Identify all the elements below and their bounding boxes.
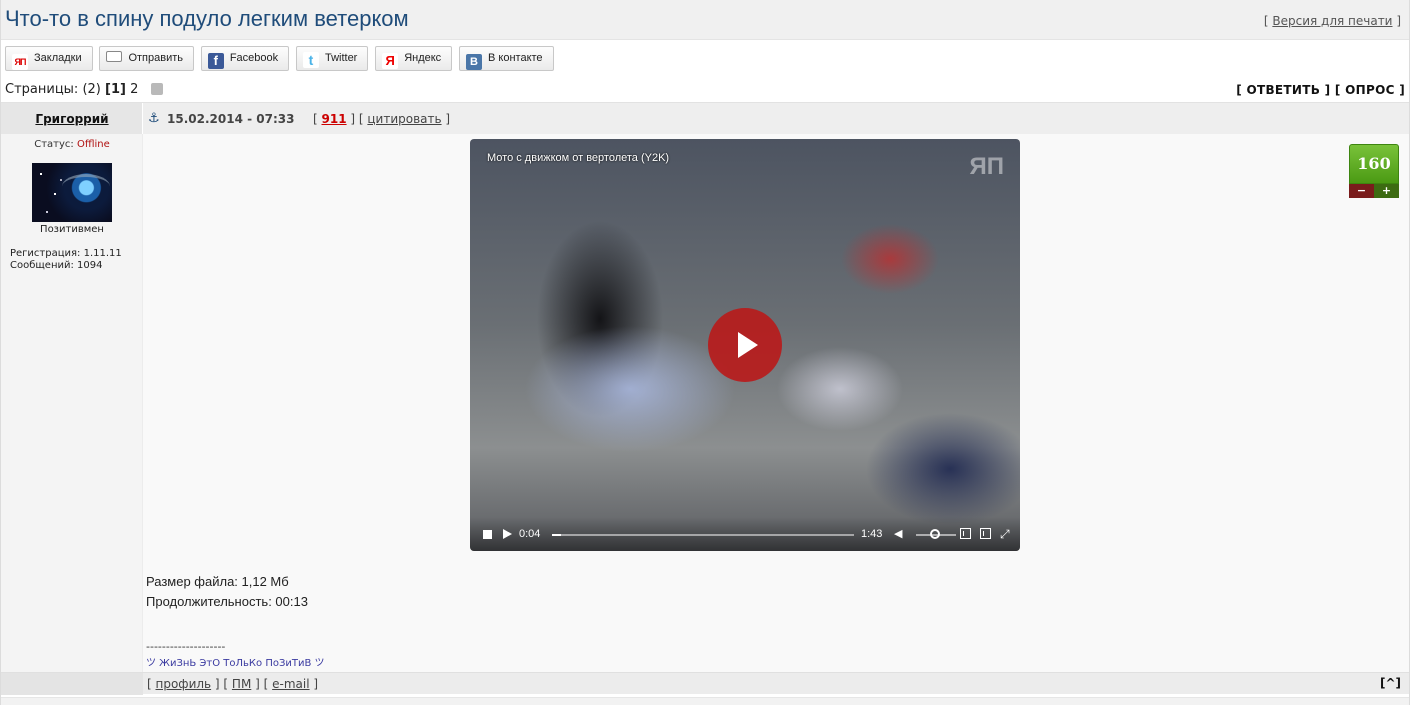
pages-count: (2) — [82, 82, 101, 97]
yap-bookmarks-icon: ЯП — [12, 54, 28, 70]
current-time: 0:04 — [519, 528, 541, 540]
stop-icon[interactable] — [483, 530, 492, 539]
pm-link[interactable]: ПМ — [232, 677, 251, 691]
current-page: [1] — [105, 82, 126, 97]
post-footer: [ профиль ] [ ПМ ] [ e-mail ] [^] — [1, 672, 1409, 695]
seek-progress — [552, 534, 561, 536]
author-name-link[interactable]: Григоррий — [1, 112, 143, 126]
facebook-icon: f — [207, 53, 224, 69]
footer-links: [ профиль ] [ ПМ ] [ e-mail ] — [147, 677, 319, 691]
author-status: Статус: Offline — [34, 139, 110, 150]
quote-link[interactable]: цитировать — [367, 112, 441, 126]
offline-status: Offline — [76, 139, 110, 150]
playlist-icon[interactable] — [960, 528, 971, 539]
post-number-link[interactable]: 911 — [322, 112, 347, 126]
email-link[interactable]: e-mail — [272, 677, 309, 691]
vkontakte-icon: B — [466, 54, 483, 70]
topic-actions: [ ОТВЕТИТЬ ] [ ОПРОС ] — [1236, 83, 1405, 97]
total-time: 1:43 — [861, 528, 883, 540]
envelope-icon — [106, 51, 123, 62]
reply-button[interactable]: [ ОТВЕТИТЬ ] — [1236, 83, 1330, 97]
to-top-link[interactable]: [^] — [1380, 676, 1401, 690]
post-links: [ 911 ] [ цитировать ] — [313, 112, 451, 126]
bottom-strip — [1, 697, 1409, 705]
footer-left-cell — [1, 673, 143, 695]
registration-date: Регистрация: 1.11.11 — [10, 248, 122, 259]
rating-plus-button[interactable]: + — [1374, 184, 1399, 198]
fullscreen-icon[interactable]: ⤢ — [1000, 528, 1010, 540]
yandex-icon: Я — [382, 53, 399, 69]
author-rank: Позитивмен — [40, 224, 104, 235]
page-link-2[interactable]: 2 — [130, 82, 138, 97]
play-icon[interactable] — [503, 529, 512, 539]
pagination: Страницы: (2) [1] 2 — [5, 82, 163, 97]
signature: ツ ЖиЗнЬ ЭтО ТоЛьКо ПоЗиТиВ ツ — [146, 658, 325, 669]
volume-knob[interactable] — [930, 529, 940, 539]
share-button-vkontakte[interactable]: BВ контакте — [459, 46, 554, 71]
post-date: 15.02.2014 - 07:33 — [167, 112, 295, 126]
page-title: Что-то в спину подуло легким ветерком — [5, 6, 409, 31]
rating-value: 160 — [1349, 144, 1399, 184]
video-controls: 0:04 1:43 ◀ ⤢ — [470, 517, 1020, 551]
avatar — [32, 163, 112, 222]
duration: Продолжительность: 00:13 — [146, 594, 308, 609]
author-cell: Григоррий — [1, 103, 143, 135]
video-title[interactable]: Мото с движком от вертолета (Y2K) — [487, 152, 669, 164]
file-size: Размер файла: 1,12 Мб — [146, 574, 289, 589]
share-toolbar: ЯП Закладки Отправить f Facebook t Twitter … — [5, 46, 557, 72]
post-header: Григоррий ⚓ 15.02.2014 - 07:33 [ 911 ] [… — [1, 102, 1409, 135]
pip-icon[interactable] — [980, 528, 991, 539]
post-content: Мото с движком от вертолета (Y2K) ЯП 0:0… — [143, 134, 1409, 672]
video-player[interactable]: Мото с движком от вертолета (Y2K) ЯП 0:0… — [470, 139, 1020, 551]
twitter-icon: t — [302, 52, 319, 68]
video-watermark-logo: ЯП — [969, 153, 1005, 180]
signature-separator: -------------------- — [146, 640, 226, 653]
rating-buttons: − + — [1349, 184, 1399, 198]
volume-icon[interactable]: ◀ — [894, 528, 905, 539]
author-info-column: Статус: Offline Позитивмен Регистрация: … — [1, 134, 143, 672]
anchor-icon[interactable]: ⚓ — [148, 111, 160, 126]
rating-minus-button[interactable]: − — [1349, 184, 1374, 198]
play-button[interactable] — [708, 308, 782, 382]
message-count: Сообщений: 1094 — [10, 260, 103, 271]
share-button-facebook[interactable]: f Facebook — [200, 46, 290, 71]
topic-title-bar: Что-то в спину подуло легким ветерком [ … — [1, 0, 1409, 40]
profile-link[interactable]: профиль — [156, 677, 212, 691]
print-version-link-wrap: [ Версия для печати ] — [1263, 14, 1401, 28]
share-button-send[interactable]: Отправить — [99, 46, 194, 71]
pages-label-link[interactable]: Страницы: — [5, 82, 78, 97]
share-button-bookmarks[interactable]: ЯП Закладки — [5, 46, 93, 71]
pagination-menu-icon[interactable] — [150, 83, 163, 95]
share-button-yandex[interactable]: Я Яндекс — [375, 46, 453, 71]
print-version-link[interactable]: Версия для печати — [1272, 14, 1392, 28]
seek-bar[interactable] — [552, 534, 854, 536]
poll-button[interactable]: [ ОПРОС ] — [1335, 83, 1405, 97]
share-button-twitter[interactable]: t Twitter — [295, 46, 369, 71]
rating-widget: 160 − + — [1349, 144, 1399, 198]
author-stats: Регистрация: 1.11.11 Сообщений: 1094 — [10, 248, 122, 272]
